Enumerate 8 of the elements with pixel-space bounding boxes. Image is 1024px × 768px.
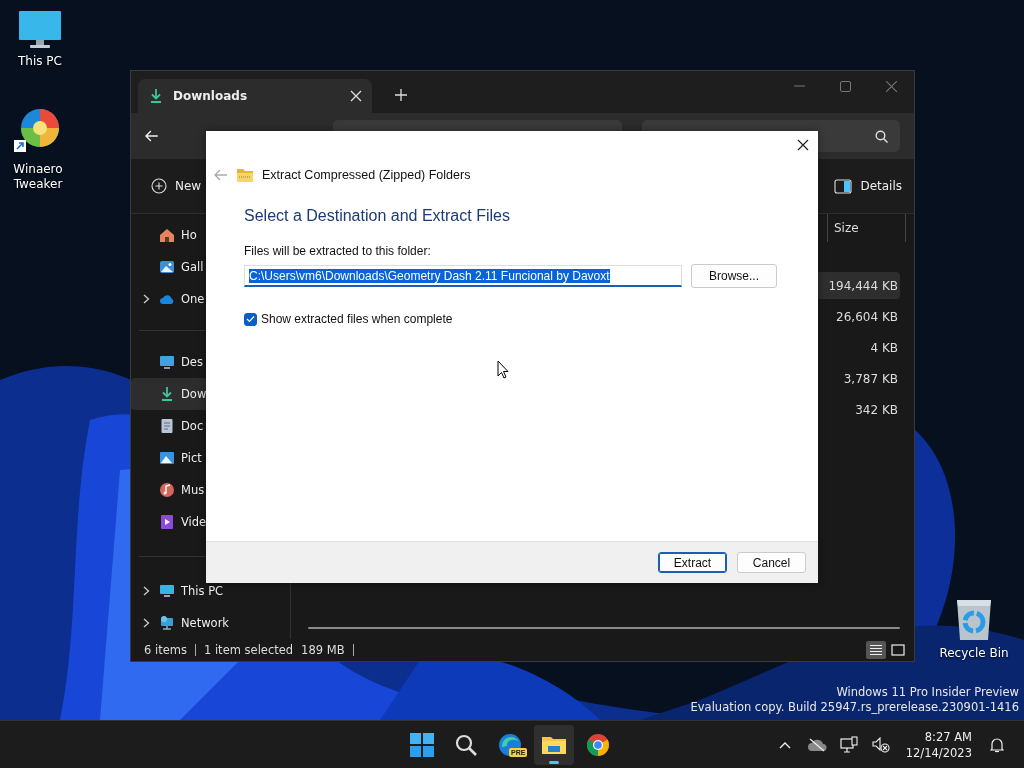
dialog-title: Extract Compressed (Zipped) Folders [262,168,471,182]
edition-notice-text: Windows 11 Pro Insider Preview [836,685,1019,700]
status-text: 1 item selected [203,643,294,657]
status-text: 6 items [144,643,187,657]
dialog-heading: Select a Destination and Extract Files [244,207,511,225]
field-label: Files will be extracted to this folder: [244,244,432,258]
edition-notice-text: Evaluation copy. Build 25947.rs_prerelease.230901-1416 [690,700,1019,715]
status-text: 189 MB [301,643,345,657]
